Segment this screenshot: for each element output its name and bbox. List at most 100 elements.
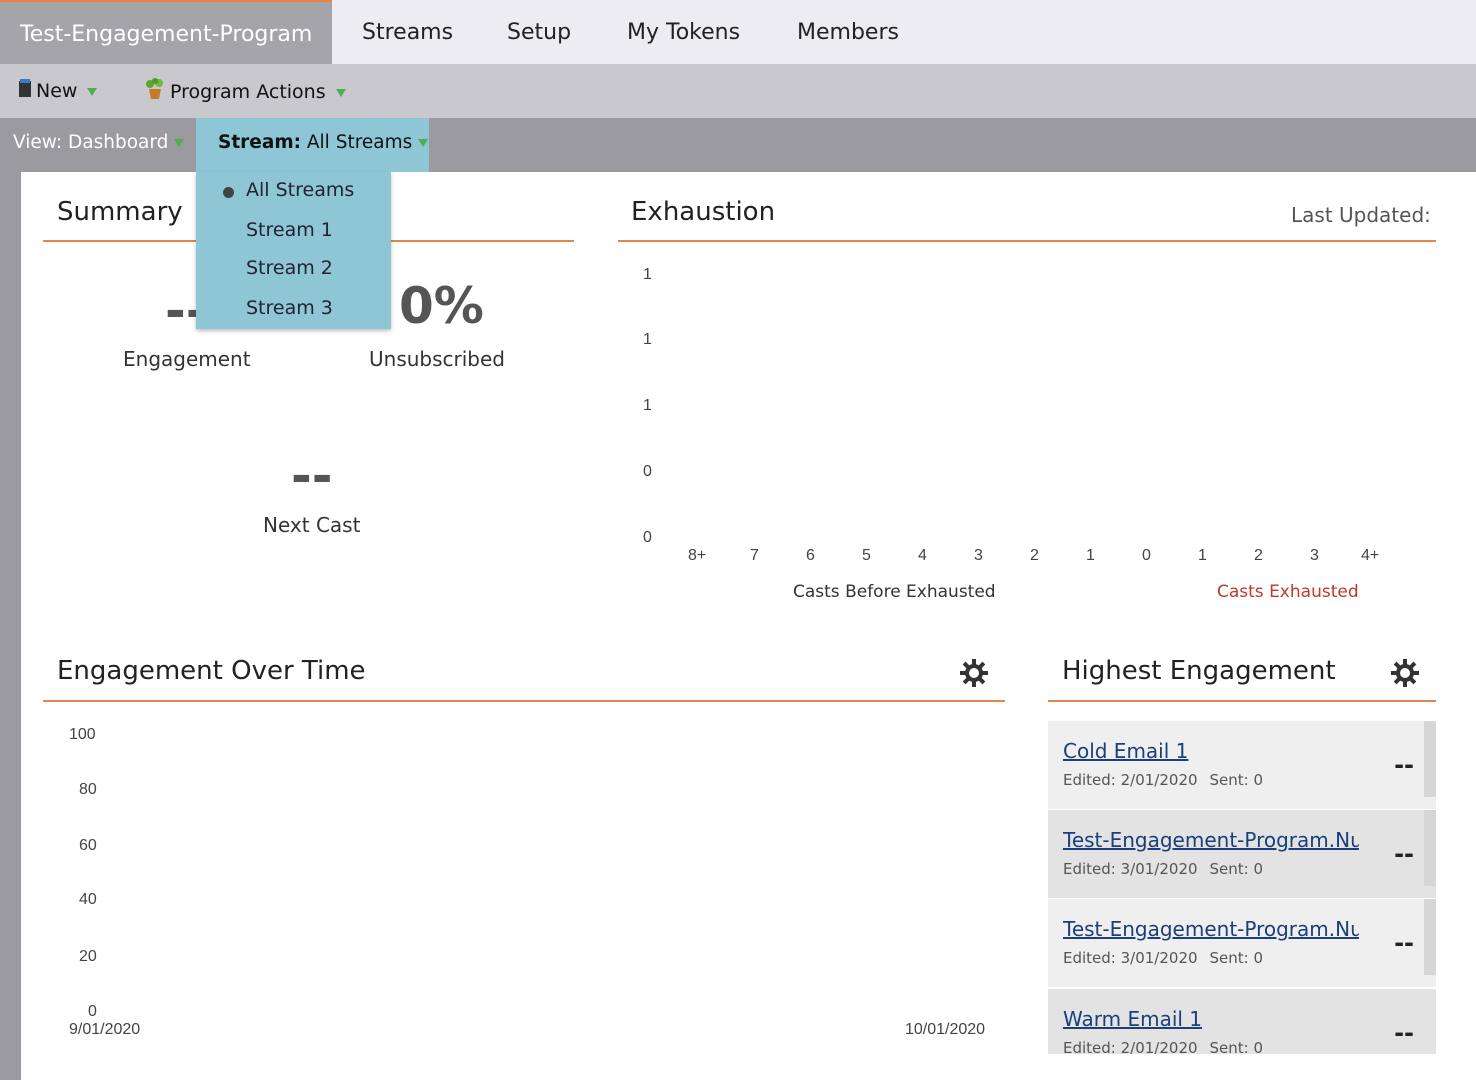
x-tick-label: 2	[1030, 547, 1039, 564]
exhaustion-title: Exhaustion	[631, 197, 776, 227]
list-item: Test-Engagement-Program.Nurture Edited: …	[1048, 810, 1436, 898]
highest-engagement-list[interactable]: Cold Email 1 Edited: 2/01/2020 Sent: 0 --…	[1048, 721, 1436, 1054]
x-tick-label: 10/01/2020	[905, 1021, 986, 1038]
edited-date: Edited: 3/01/2020	[1063, 949, 1198, 967]
sent-count: Sent: 0	[1209, 949, 1264, 967]
y-tick-label: 0	[88, 1003, 97, 1020]
list-item: Cold Email 1 Edited: 2/01/2020 Sent: 0 --	[1048, 721, 1436, 809]
chevron-down-icon	[418, 139, 429, 147]
asset-link[interactable]: Cold Email 1	[1063, 739, 1359, 763]
tab-bar: Test-Engagement-Program Streams Setup My…	[0, 0, 1476, 64]
chevron-down-icon	[174, 139, 185, 147]
view-label: View: Dashboard	[13, 132, 169, 153]
program-actions-label: Program Actions	[170, 81, 326, 103]
y-tick-label: 100	[69, 726, 96, 743]
gear-icon[interactable]	[959, 658, 989, 688]
view-selector[interactable]: View: Dashboard	[13, 132, 185, 153]
list-item: Warm Email 1 Edited: 2/01/2020 Sent: 0 --	[1048, 989, 1436, 1054]
document-icon	[18, 78, 32, 105]
sent-count: Sent: 0	[1209, 1039, 1264, 1054]
engagement-label: Engagement	[123, 347, 251, 371]
unsubscribed-value: 0%	[399, 277, 484, 335]
app-root: Test-Engagement-Program Streams Setup My…	[0, 0, 1476, 1080]
x-tick-label: 4+	[1361, 547, 1380, 564]
y-tick-label: 20	[79, 948, 97, 965]
chevron-down-icon	[335, 88, 346, 97]
x-tick-label: 8+	[688, 547, 707, 564]
edited-date: Edited: 2/01/2020	[1063, 1039, 1198, 1054]
x-tick-label: 3	[974, 547, 983, 564]
x-tick-label: 0	[1142, 547, 1151, 564]
list-item: Test-Engagement-Program.Nurture Edited: …	[1048, 899, 1436, 987]
engagement-score: --	[1394, 840, 1414, 868]
x-tick-label: 6	[806, 547, 815, 564]
plant-icon	[144, 78, 166, 107]
casts-exhausted-label: Casts Exhausted	[1217, 582, 1359, 602]
edited-date: Edited: 3/01/2020	[1063, 860, 1198, 878]
menu-item-stream-1[interactable]: Stream 1	[246, 219, 333, 241]
x-tick-label: 2	[1254, 547, 1263, 564]
asset-meta: Edited: 2/01/2020 Sent: 0	[1063, 1039, 1275, 1054]
y-tick-label: 1	[643, 266, 652, 283]
y-tick-label: 60	[79, 837, 97, 854]
menu-item-stream-2[interactable]: Stream 2	[246, 257, 333, 279]
scrollbar[interactable]	[1424, 810, 1436, 886]
y-tick-label: 1	[643, 397, 652, 414]
tab-program[interactable]: Test-Engagement-Program	[0, 0, 333, 64]
highest-engagement-title: Highest Engagement	[1062, 656, 1336, 686]
engagement-score: --	[1394, 751, 1414, 779]
scrollbar[interactable]	[1424, 899, 1436, 975]
next-cast-value: --	[291, 447, 333, 505]
y-tick-label: 0	[643, 463, 652, 480]
last-updated: Last Updated:	[1291, 203, 1431, 227]
view-bar: View: Dashboard Stream: All Streams	[0, 118, 1476, 172]
y-tick-label: 40	[79, 891, 97, 908]
engagement-score: --	[1394, 1019, 1414, 1047]
x-tick-label: 7	[750, 547, 759, 564]
toolbar: New Program Actions	[0, 64, 1476, 118]
stream-dropdown-menu: All Streams Stream 1 Stream 2 Stream 3	[196, 172, 391, 329]
next-cast-label: Next Cast	[263, 513, 361, 537]
gear-icon[interactable]	[1390, 658, 1420, 688]
asset-meta: Edited: 3/01/2020 Sent: 0	[1063, 860, 1275, 878]
summary-title: Summary	[57, 197, 183, 227]
highest-engagement-divider	[1048, 700, 1436, 702]
engagement-score: --	[1394, 929, 1414, 957]
new-label: New	[36, 80, 78, 102]
x-tick-label: 3	[1310, 547, 1319, 564]
asset-meta: Edited: 3/01/2020 Sent: 0	[1063, 949, 1275, 967]
x-tick-label: 9/01/2020	[69, 1021, 141, 1038]
tab-my-tokens[interactable]: My Tokens	[627, 0, 740, 64]
engagement-over-time-divider	[43, 700, 1005, 702]
tab-setup[interactable]: Setup	[507, 0, 571, 64]
casts-before-exhausted-label: Casts Before Exhausted	[793, 582, 996, 602]
stream-selector-label: Stream: All Streams	[218, 132, 429, 153]
y-tick-label: 80	[79, 781, 97, 798]
x-tick-label: 1	[1086, 547, 1095, 564]
asset-link[interactable]: Test-Engagement-Program.Nurture	[1063, 917, 1359, 941]
x-tick-label: 5	[862, 547, 871, 564]
menu-item-all-streams[interactable]: All Streams	[246, 179, 354, 201]
tab-streams[interactable]: Streams	[362, 0, 453, 64]
tab-members[interactable]: Members	[797, 0, 899, 64]
stream-value: All Streams	[306, 132, 413, 153]
y-tick-label: 0	[643, 529, 652, 546]
asset-meta: Edited: 2/01/2020 Sent: 0	[1063, 771, 1275, 789]
sent-count: Sent: 0	[1209, 860, 1264, 878]
edited-date: Edited: 2/01/2020	[1063, 771, 1198, 789]
stream-selector[interactable]: Stream: All Streams	[196, 118, 429, 172]
chevron-down-icon	[87, 87, 98, 96]
x-tick-label: 4	[918, 547, 927, 564]
engagement-over-time-title: Engagement Over Time	[57, 656, 366, 686]
asset-link[interactable]: Warm Email 1	[1063, 1007, 1359, 1031]
program-actions-button[interactable]: Program Actions	[144, 78, 346, 104]
y-tick-label: 1	[643, 331, 652, 348]
scrollbar[interactable]	[1424, 721, 1436, 797]
new-button[interactable]: New	[18, 78, 98, 105]
unsubscribed-label: Unsubscribed	[369, 347, 505, 371]
menu-item-stream-3[interactable]: Stream 3	[246, 297, 333, 319]
exhaustion-divider	[618, 240, 1436, 242]
asset-link[interactable]: Test-Engagement-Program.Nurture	[1063, 828, 1359, 852]
stream-prefix: Stream:	[218, 132, 301, 153]
selected-dot-icon	[223, 187, 234, 198]
